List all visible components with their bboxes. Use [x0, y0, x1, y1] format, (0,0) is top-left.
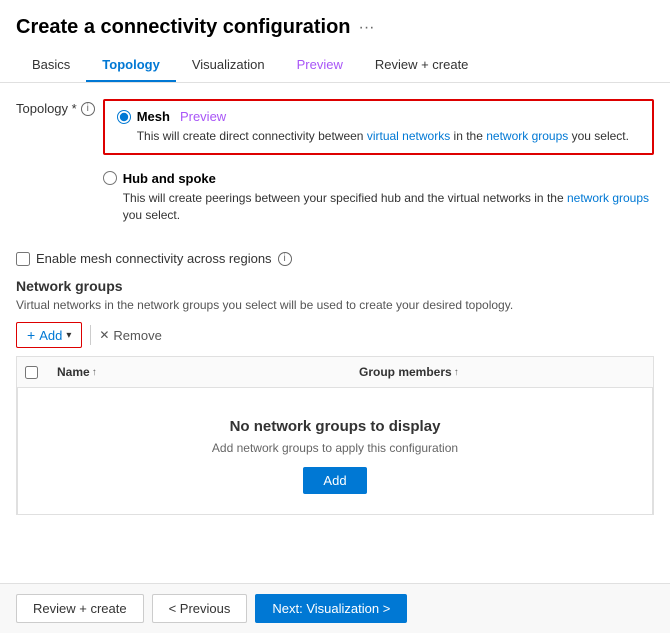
remove-label: Remove [113, 328, 161, 343]
tabs-bar: Basics Topology Visualization Preview Re… [0, 39, 670, 83]
tab-review-create[interactable]: Review + create [359, 49, 485, 82]
mesh-option-row: Mesh Preview [117, 109, 640, 124]
hub-spoke-network-groups-link[interactable]: network groups [567, 191, 649, 205]
x-icon: ✕ [99, 328, 109, 342]
mesh-description: This will create direct connectivity bet… [137, 128, 640, 145]
network-groups-title: Network groups [16, 278, 654, 294]
mesh-radio[interactable] [117, 110, 131, 124]
empty-state-desc: Add network groups to apply this configu… [212, 441, 458, 455]
footer-bar: Review + create < Previous Next: Visuali… [0, 583, 670, 633]
tab-preview[interactable]: Preview [281, 49, 359, 82]
review-create-button[interactable]: Review + create [16, 594, 144, 623]
network-groups-desc: Virtual networks in the network groups y… [16, 298, 654, 312]
previous-button[interactable]: < Previous [152, 594, 248, 623]
more-options-icon[interactable]: ··· [359, 19, 375, 37]
select-all-cell [17, 357, 49, 387]
table-header: Name ↑ Group members ↑ [17, 357, 653, 388]
group-members-label: Group members [359, 365, 452, 379]
select-all-checkbox[interactable] [25, 366, 38, 379]
toolbar-divider [90, 325, 91, 345]
hub-spoke-option-row: Hub and spoke [103, 171, 654, 186]
empty-state-add-button[interactable]: Add [303, 467, 366, 494]
enable-mesh-info-icon[interactable]: i [278, 252, 292, 266]
toolbar: + Add ▾ ✕ Remove [16, 322, 654, 348]
remove-button[interactable]: ✕ Remove [99, 328, 161, 343]
mesh-preview-badge: Preview [180, 109, 226, 124]
hub-spoke-option-box: Hub and spoke This will create peerings … [103, 163, 654, 232]
enable-mesh-row: Enable mesh connectivity across regions … [16, 251, 654, 266]
hub-spoke-radio[interactable] [103, 171, 117, 185]
hub-spoke-description: This will create peerings between your s… [123, 190, 654, 224]
tab-basics[interactable]: Basics [16, 49, 86, 82]
hub-spoke-label: Hub and spoke [123, 171, 216, 186]
empty-state: No network groups to display Add network… [17, 388, 653, 515]
chevron-down-icon: ▾ [66, 330, 71, 341]
add-label: Add [39, 328, 62, 343]
add-button[interactable]: + Add ▾ [16, 322, 82, 348]
enable-mesh-label: Enable mesh connectivity across regions [36, 251, 272, 266]
page-header: Create a connectivity configuration ··· [0, 0, 670, 39]
name-label: Name [57, 365, 90, 379]
mesh-vnet-link[interactable]: virtual networks [367, 129, 450, 143]
tab-visualization[interactable]: Visualization [176, 49, 281, 82]
mesh-label: Mesh [137, 109, 170, 124]
topology-info-icon[interactable]: i [81, 102, 95, 116]
next-button[interactable]: Next: Visualization > [255, 594, 407, 623]
page-title: Create a connectivity configuration [16, 16, 351, 39]
network-groups-section: Network groups Virtual networks in the n… [16, 278, 654, 515]
plus-icon: + [27, 327, 35, 343]
empty-state-title: No network groups to display [230, 418, 441, 435]
table-container: Name ↑ Group members ↑ No network groups… [16, 356, 654, 515]
name-column-header[interactable]: Name ↑ [49, 357, 351, 387]
content-area: Topology * i Mesh Preview This will crea… [0, 83, 670, 583]
group-members-sort-icon: ↑ [454, 367, 459, 378]
enable-mesh-checkbox[interactable] [16, 252, 30, 266]
tab-topology[interactable]: Topology [86, 49, 176, 82]
topology-label: Topology * i [16, 99, 95, 116]
name-sort-icon: ↑ [92, 367, 97, 378]
topology-row: Topology * i Mesh Preview This will crea… [16, 99, 654, 239]
topology-options: Mesh Preview This will create direct con… [103, 99, 654, 239]
mesh-option-box: Mesh Preview This will create direct con… [103, 99, 654, 155]
group-members-column-header[interactable]: Group members ↑ [351, 357, 653, 387]
topology-label-text: Topology * [16, 101, 77, 116]
mesh-network-groups-link[interactable]: network groups [486, 129, 568, 143]
